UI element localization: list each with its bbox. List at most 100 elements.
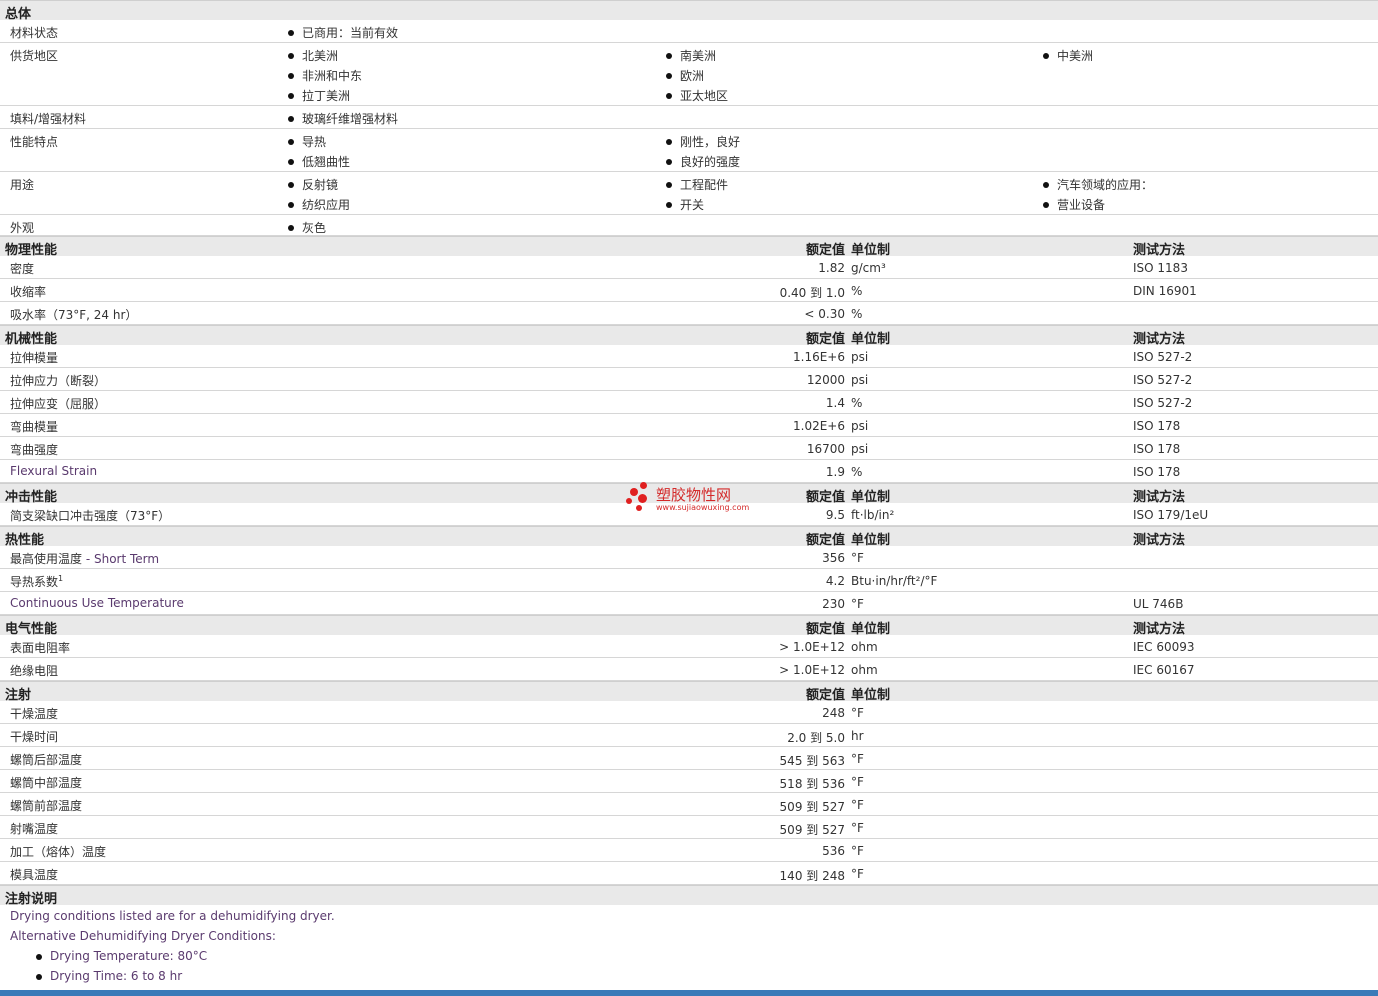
property-row: 干燥时间 2.0 到 5.0 hr: [0, 724, 1378, 747]
nominal-value: 0.40 到 1.0: [779, 286, 845, 300]
test-method: ISO 178: [1133, 419, 1181, 433]
general-row: 填料/增强材料 玻璃纤维增强材料: [0, 106, 1378, 129]
value-column: 玻璃纤维增强材料: [288, 109, 398, 129]
logo-dot-icon: [636, 505, 642, 511]
property-sections: 物理性能 额定值 单位制 测试方法 密度 1.82 g/cm³ ISO 1183 收缩率 0.40…: [0, 236, 1378, 885]
property-label: 表面电阻率: [10, 639, 70, 656]
unit-value: %: [851, 465, 863, 479]
unit-value: °F: [851, 706, 864, 720]
property-name: 密度: [10, 262, 35, 276]
section-header: 物理性能 额定值 单位制 测试方法: [0, 236, 1378, 258]
property-row: 拉伸应力（断裂） 12000 psi ISO 527-2: [0, 368, 1378, 391]
nominal-value: 230: [822, 597, 845, 611]
row-label: 材料状态: [10, 26, 59, 40]
property-row: 绝缘电阻 > 1.0E+12 ohm IEC 60167: [0, 658, 1378, 681]
unit-value: psi: [851, 442, 869, 456]
nominal-value: 1.9: [825, 465, 845, 479]
nominal-value: 1.16E+6: [793, 350, 845, 364]
value-column: 灰色: [288, 218, 326, 238]
unit-value: ohm: [851, 663, 878, 677]
nominal-value: 545 到 563: [779, 754, 845, 768]
unit-value: °F: [851, 551, 864, 565]
property-name: 最高使用温度: [10, 552, 83, 566]
property-name: 简支梁缺口冲击强度（73°F）: [10, 509, 171, 523]
note-line: Drying conditions listed are for a dehum…: [10, 909, 335, 923]
bullet-item: 南美洲: [666, 46, 728, 66]
general-row: 外观 灰色: [0, 215, 1378, 236]
value-column: 已商用：当前有效: [288, 23, 398, 43]
property-row: Flexural Strain 1.9% ISO 178: [0, 460, 1378, 483]
bullet-item: 导热: [288, 132, 350, 152]
property-name: Flexural Strain: [10, 464, 98, 478]
section-header-general: 总体: [0, 0, 1378, 22]
bullet-item: 亚太地区: [666, 86, 728, 106]
property-row: 螺筒后部温度 545 到 563 °F: [0, 747, 1378, 770]
injection-notes: Drying conditions listed are for a dehum…: [0, 905, 1378, 995]
property-label: 螺筒后部温度: [10, 751, 82, 768]
test-method: ISO 179/1eU: [1133, 508, 1209, 522]
test-method: DIN 16901: [1133, 284, 1197, 298]
general-row: 用途 反射镜 纺织应用 工程配件 开关 汽车领域的应用： 营业设备: [0, 172, 1378, 215]
value-column: 中美洲: [1043, 46, 1093, 66]
property-row: 最高使用温度 - Short Term 356 °F: [0, 546, 1378, 569]
unit-value: °F: [851, 752, 864, 766]
nominal-value: 1.82: [818, 261, 845, 275]
general-row: 性能特点 导热 低翘曲性 刚性，良好 良好的强度: [0, 129, 1378, 172]
note-bullet: Drying Temperature: 80°C: [36, 949, 207, 963]
property-condition: - Short Term: [82, 552, 160, 566]
property-name: 收缩率: [10, 285, 47, 299]
unit-value: hr: [851, 729, 864, 743]
bullet-item: 中美洲: [1043, 46, 1093, 66]
property-name: 螺筒前部温度: [10, 799, 83, 813]
property-row: 收缩率 0.40 到 1.0% DIN 16901: [0, 279, 1378, 302]
property-row: 表面电阻率 > 1.0E+12 ohm IEC 60093: [0, 635, 1378, 658]
property-row: 拉伸应变（屈服） 1.4% ISO 527-2: [0, 391, 1378, 414]
property-name: 表面电阻率: [10, 641, 71, 655]
bullet-item: 开关: [666, 195, 728, 215]
section-header-notes: 注射说明: [0, 885, 1378, 907]
general-rows: 材料状态 已商用：当前有效 供货地区 北美洲 非洲和中东 拉丁美洲 南美洲 欧洲 亚太地区 中美洲…: [0, 20, 1378, 236]
property-name: 螺筒中部温度: [10, 776, 83, 790]
nominal-value: 248: [822, 706, 845, 720]
unit-value: °F: [851, 798, 864, 812]
nominal-value: 9.5: [825, 508, 845, 522]
nominal-value: 509 到 527: [779, 800, 845, 814]
nominal-value: 2.0 到 5.0: [787, 731, 845, 745]
nominal-value: > 1.0E+12: [779, 663, 845, 677]
row-label: 填料/增强材料: [10, 112, 87, 126]
bullet-item: 汽车领域的应用：: [1043, 175, 1153, 195]
unit-value: °F: [851, 775, 864, 789]
logo-dot-icon: [640, 482, 647, 489]
general-row: 供货地区 北美洲 非洲和中东 拉丁美洲 南美洲 欧洲 亚太地区 中美洲: [0, 43, 1378, 106]
property-name: 螺筒后部温度: [10, 753, 83, 767]
property-name: 导热系数: [10, 575, 59, 589]
property-label: 干燥时间: [10, 728, 58, 745]
unit-value: °F: [851, 844, 864, 858]
bullet-item: 非洲和中东: [288, 66, 362, 86]
value-column: 工程配件 开关: [666, 175, 728, 215]
test-method: ISO 1183: [1133, 261, 1188, 275]
section-header: 热性能 额定值 单位制 测试方法: [0, 526, 1378, 548]
logo-dot-icon: [630, 488, 638, 496]
note-line: Alternative Dehumidifying Dryer Conditio…: [10, 929, 276, 943]
property-label: 模具温度: [10, 866, 58, 883]
property-name: 射嘴温度: [10, 822, 59, 836]
bullet-item: 良好的强度: [666, 152, 740, 172]
note-bullet: Drying Time: 6 to 8 hr: [36, 969, 182, 983]
property-row: 模具温度 140 到 248 °F: [0, 862, 1378, 885]
logo-dot-icon: [638, 494, 647, 503]
unit-value: %: [851, 307, 863, 321]
row-label: 用途: [10, 178, 35, 192]
property-label: Flexural Strain: [10, 464, 97, 478]
nominal-value: 1.4: [825, 396, 845, 410]
unit-value: °F: [851, 821, 864, 835]
bullet-item: 玻璃纤维增强材料: [288, 109, 398, 129]
property-label: 简支梁缺口冲击强度（73°F）: [10, 507, 170, 524]
nominal-value: 16700: [806, 442, 845, 456]
unit-value: %: [851, 396, 863, 410]
watermark-logo: 塑胶物性网 www.sujiaowuxing.com: [626, 482, 756, 514]
nominal-value: 356: [822, 551, 845, 565]
property-label: 干燥温度: [10, 705, 58, 722]
nominal-value: 509 到 527: [779, 823, 845, 837]
property-row: 密度 1.82 g/cm³ ISO 1183: [0, 256, 1378, 279]
